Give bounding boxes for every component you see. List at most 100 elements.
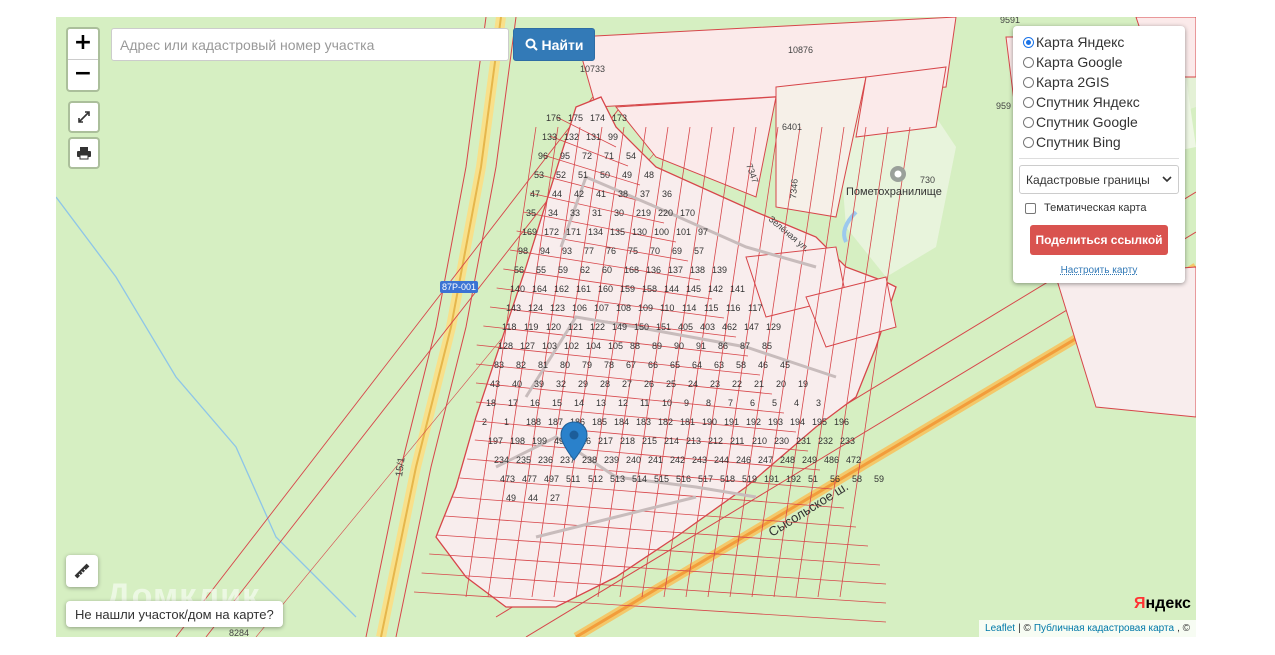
fullscreen-button[interactable] — [68, 101, 100, 133]
parcel-number: 162 — [554, 284, 569, 294]
layer-option[interactable]: Спутник Bing — [1019, 132, 1179, 152]
stream — [56, 196, 357, 618]
parcel-number: 232 — [818, 436, 833, 446]
overlay-select[interactable]: Кадастровые границы — [1019, 165, 1179, 194]
parcel-number: 143 — [506, 303, 521, 313]
parcel-number: 69 — [672, 246, 682, 256]
parcel-number: 9 — [684, 398, 689, 408]
poi-label: Пометохранилище — [846, 186, 942, 198]
parcel-number: 36 — [662, 189, 672, 199]
cadastral-link[interactable]: Публичная кадастровая карта — [1034, 623, 1174, 634]
parcel-number: 231 — [796, 436, 811, 446]
layer-option[interactable]: Карта 2GIS — [1019, 72, 1179, 92]
share-link-button[interactable]: Поделиться ссылкой — [1030, 225, 1168, 255]
parcel-number: 33 — [570, 208, 580, 218]
parcel-number: 7 — [728, 398, 733, 408]
layer-option[interactable]: Карта Яндекс — [1019, 32, 1179, 52]
parcel-number: 103 — [542, 341, 557, 351]
parcel-number: 53 — [534, 170, 544, 180]
layer-radio[interactable] — [1023, 116, 1034, 128]
layer-radio[interactable] — [1023, 96, 1034, 108]
parcel-number: 144 — [664, 284, 679, 294]
parcel-number: 4 — [794, 398, 799, 408]
parcel-number: 12 — [618, 398, 628, 408]
thematic-checkbox[interactable] — [1025, 202, 1036, 214]
parcel-number: 82 — [516, 360, 526, 370]
layer-radio[interactable] — [1023, 56, 1034, 68]
parcel-number: 218 — [620, 436, 635, 446]
configure-map-link[interactable]: Настроить карту — [1019, 265, 1179, 276]
parcel-number: 98 — [518, 246, 528, 256]
parcel-number: 511 — [566, 474, 580, 484]
zoom-in-button[interactable]: + — [68, 29, 98, 59]
parcel-number: 175 — [568, 113, 583, 123]
parcel-number: 51 — [578, 170, 588, 180]
parcel-number: 58 — [852, 474, 862, 484]
parcel-number: 230 — [774, 436, 789, 446]
parcel-number: 129 — [766, 322, 781, 332]
parcel-number: 164 — [532, 284, 547, 294]
parcel-number: 41 — [596, 189, 606, 199]
parcel-number: 185 — [592, 417, 607, 427]
parcel-number: 242 — [670, 455, 685, 465]
parcel-number: 60 — [602, 265, 612, 275]
print-button[interactable] — [68, 137, 100, 169]
parcel-number: 187 — [548, 417, 563, 427]
parcel-number: 97 — [698, 227, 708, 237]
parcel-number: 101 — [676, 227, 691, 237]
parcel-number: 34 — [548, 208, 558, 218]
layers-panel: Карта Яндекс Карта Google Карта 2GIS Спутни… — [1013, 26, 1185, 283]
parcel-number: 118 — [502, 322, 516, 332]
map-canvas[interactable]: Сысольское ш. 87Р-001 15/1 Пометохранили… — [56, 17, 1196, 637]
parcel-number: 31 — [592, 208, 602, 218]
measure-button[interactable] — [66, 555, 98, 587]
parcel-number: 42 — [574, 189, 584, 199]
layer-option[interactable]: Спутник Google — [1019, 112, 1179, 132]
expand-icon — [78, 111, 90, 123]
parcel-number: 49 — [506, 493, 516, 503]
parcel-number: 141 — [730, 284, 745, 294]
parcel-number: 405 — [678, 322, 693, 332]
parcel-number: 96 — [538, 151, 548, 161]
parcel-number: 39 — [534, 379, 544, 389]
leaflet-link[interactable]: Leaflet — [985, 623, 1015, 634]
parcel-number: 477 — [522, 474, 537, 484]
parcel-number: 181 — [680, 417, 695, 427]
layer-radio[interactable] — [1023, 136, 1034, 148]
parcel-number: 76 — [606, 246, 616, 256]
not-found-button[interactable]: Не нашли участок/дом на карте? — [66, 601, 283, 627]
parcel-number: 62 — [580, 265, 590, 275]
zoom-out-button[interactable]: − — [68, 59, 98, 90]
parcel-number: 99 — [608, 132, 618, 142]
thematic-map-toggle[interactable]: Тематическая карта — [1019, 202, 1179, 214]
parcel-number: 70 — [650, 246, 660, 256]
parcel-number: 147 — [744, 322, 759, 332]
search-input[interactable]: Адрес или кадастровый номер участка — [111, 28, 509, 61]
parcel-number: 66 — [648, 360, 658, 370]
parcel-number: 58 — [736, 360, 746, 370]
ruler-icon — [74, 563, 90, 579]
parcel-number: 75 — [628, 246, 638, 256]
road-15-label: 15/1 — [394, 456, 408, 477]
attribution-suffix: , © — [1177, 623, 1190, 634]
layer-option[interactable]: Карта Google — [1019, 52, 1179, 72]
parcel-number: 137 — [668, 265, 683, 275]
layer-radio[interactable] — [1023, 36, 1034, 48]
parcel-number: 158 — [642, 284, 657, 294]
layer-radio[interactable] — [1023, 76, 1034, 88]
parcel-number: 247 — [758, 455, 773, 465]
parcel-number: 131 — [586, 132, 601, 142]
parcel-number: 123 — [550, 303, 565, 313]
parcel-number: 236 — [538, 455, 553, 465]
road-code-badge: 87Р-001 — [440, 281, 478, 293]
parcel-number: 14 — [574, 398, 584, 408]
layer-option[interactable]: Спутник Яндекс — [1019, 92, 1179, 112]
parcel-number: 515 — [654, 474, 669, 484]
parcel-number: 516 — [676, 474, 691, 484]
parcel-label: 7346 — [788, 178, 800, 199]
parcel-number: 138 — [690, 265, 705, 275]
parcel-number: 46 — [758, 360, 768, 370]
search-button[interactable]: Найти — [513, 28, 595, 61]
parcel-number: 486 — [824, 455, 839, 465]
parcel-number: 120 — [546, 322, 561, 332]
